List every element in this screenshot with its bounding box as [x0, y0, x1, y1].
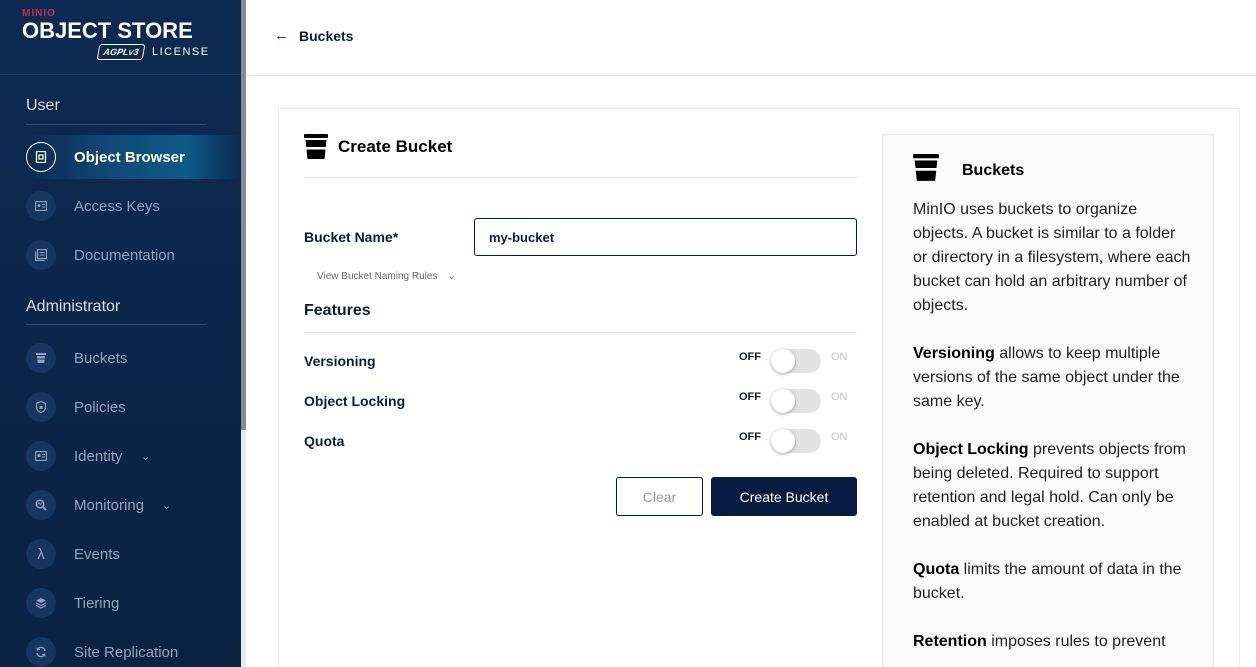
help-text: imposes rules to prevent: [986, 633, 1166, 650]
sidebar: MINIO OBJECT STORE AGPLv3 LICENSE User O…: [0, 0, 241, 667]
help-retention: Retention imposes rules to prevent: [913, 630, 1193, 654]
sidebar-item-object-browser[interactable]: Object Browser: [26, 135, 241, 179]
sidebar-item-label: Events: [74, 545, 120, 563]
help-term: Retention: [913, 633, 987, 650]
form-title-divider: [304, 177, 857, 178]
quota-off-label: OFF: [739, 431, 761, 443]
help-title-text: Buckets: [962, 161, 1025, 179]
sidebar-item-access-keys[interactable]: Access Keys: [0, 184, 241, 228]
clear-button[interactable]: Clear: [616, 477, 703, 516]
quota-label: Quota: [304, 433, 345, 449]
sidebar-item-policies[interactable]: Policies: [0, 385, 241, 429]
sidebar-item-buckets[interactable]: Buckets: [0, 336, 241, 380]
logo-license: AGPLv3 LICENSE: [96, 44, 210, 60]
object-locking-toggle[interactable]: [771, 389, 821, 413]
minio-logo[interactable]: MINIO OBJECT STORE AGPLv3 LICENSE: [22, 8, 222, 68]
sidebar-item-site-replication[interactable]: Site Replication: [0, 630, 241, 667]
site-replication-icon: [26, 637, 56, 667]
sidebar-item-label: Buckets: [74, 349, 128, 367]
versioning-toggle[interactable]: [771, 349, 821, 373]
sidebar-item-label: Access Keys: [74, 197, 160, 215]
logo-product: OBJECT STORE: [22, 18, 193, 43]
object-locking-label: Object Locking: [304, 393, 406, 409]
naming-rules-label: View Bucket Naming Rules: [317, 271, 438, 282]
features-divider: [304, 332, 857, 333]
help-object-locking: Object Locking prevents objects from bei…: [913, 438, 1193, 534]
license-label: LICENSE: [152, 46, 210, 58]
bucket-icon: [912, 154, 940, 187]
policies-icon: [26, 392, 56, 422]
help-title: Buckets: [912, 154, 1024, 187]
sidebar-item-identity[interactable]: Identity ⌄: [0, 434, 241, 478]
sidebar-item-label: Monitoring: [74, 496, 145, 514]
help-versioning: Versioning allows to keep multiple versi…: [913, 342, 1193, 414]
view-naming-rules-toggle[interactable]: View Bucket Naming Rules ⌄: [317, 271, 456, 282]
events-icon: λ: [26, 539, 56, 569]
chevron-down-icon[interactable]: ⌄: [141, 450, 150, 463]
sidebar-item-label: Identity: [74, 447, 123, 465]
section-administrator: Administrator: [26, 298, 121, 315]
quota-on-label: ON: [831, 431, 848, 443]
sidebar-item-monitoring[interactable]: Monitoring ⌄: [0, 483, 241, 527]
features-heading: Features: [304, 302, 371, 319]
sidebar-item-label: Tiering: [74, 594, 120, 612]
sidebar-item-events[interactable]: λ Events: [0, 532, 241, 576]
versioning-off-label: OFF: [739, 351, 761, 363]
sidebar-item-label: Policies: [74, 398, 126, 416]
help-term: Object Locking: [913, 441, 1029, 458]
tiering-icon: [26, 588, 56, 618]
section-user-divider: [26, 124, 207, 125]
sidebar-item-label: Documentation: [74, 246, 175, 264]
access-keys-icon: [26, 191, 56, 221]
back-to-buckets-link[interactable]: ← Buckets: [274, 27, 353, 44]
form-title-text: Create Bucket: [338, 137, 453, 156]
toggle-knob: [771, 349, 795, 373]
help-term: Versioning: [913, 345, 995, 362]
help-intro: MinIO uses buckets to organize objects. …: [913, 201, 1191, 314]
buckets-icon: [26, 343, 56, 373]
versioning-label: Versioning: [304, 353, 376, 369]
back-label: Buckets: [299, 27, 354, 44]
object-locking-on-label: ON: [831, 391, 848, 403]
monitoring-icon: [26, 490, 56, 520]
section-administrator-divider: [26, 324, 207, 325]
page-header: ← Buckets: [246, 0, 1256, 76]
arrow-left-icon: ←: [274, 27, 289, 44]
bucket-icon: [304, 134, 328, 160]
versioning-on-label: ON: [831, 351, 848, 363]
chevron-down-icon[interactable]: ⌄: [162, 499, 171, 512]
form-title: Create Bucket: [304, 134, 452, 160]
identity-icon: [26, 441, 56, 471]
quota-toggle[interactable]: [771, 429, 821, 453]
bucket-name-input[interactable]: [474, 218, 857, 256]
sidebar-item-documentation[interactable]: Documentation: [0, 233, 241, 277]
documentation-icon: [26, 240, 56, 270]
help-body: MinIO uses buckets to organize objects. …: [913, 198, 1193, 667]
sidebar-item-label: Object Browser: [74, 148, 185, 166]
object-locking-off-label: OFF: [739, 391, 761, 403]
chevron-down-icon: ⌄: [447, 271, 456, 282]
help-term: Quota: [913, 561, 960, 578]
bucket-name-label: Bucket Name*: [304, 229, 399, 245]
agpl-badge: AGPLv3: [96, 44, 146, 60]
sidebar-item-tiering[interactable]: Tiering: [0, 581, 241, 625]
object-browser-icon: [26, 142, 56, 172]
sidebar-item-label: Site Replication: [74, 643, 179, 661]
toggle-knob: [771, 389, 795, 413]
section-user: User: [26, 97, 60, 114]
help-quota: Quota limits the amount of data in the b…: [913, 558, 1193, 606]
sidebar-divider: [0, 74, 241, 75]
create-bucket-button[interactable]: Create Bucket: [711, 477, 857, 516]
toggle-knob: [771, 429, 795, 453]
